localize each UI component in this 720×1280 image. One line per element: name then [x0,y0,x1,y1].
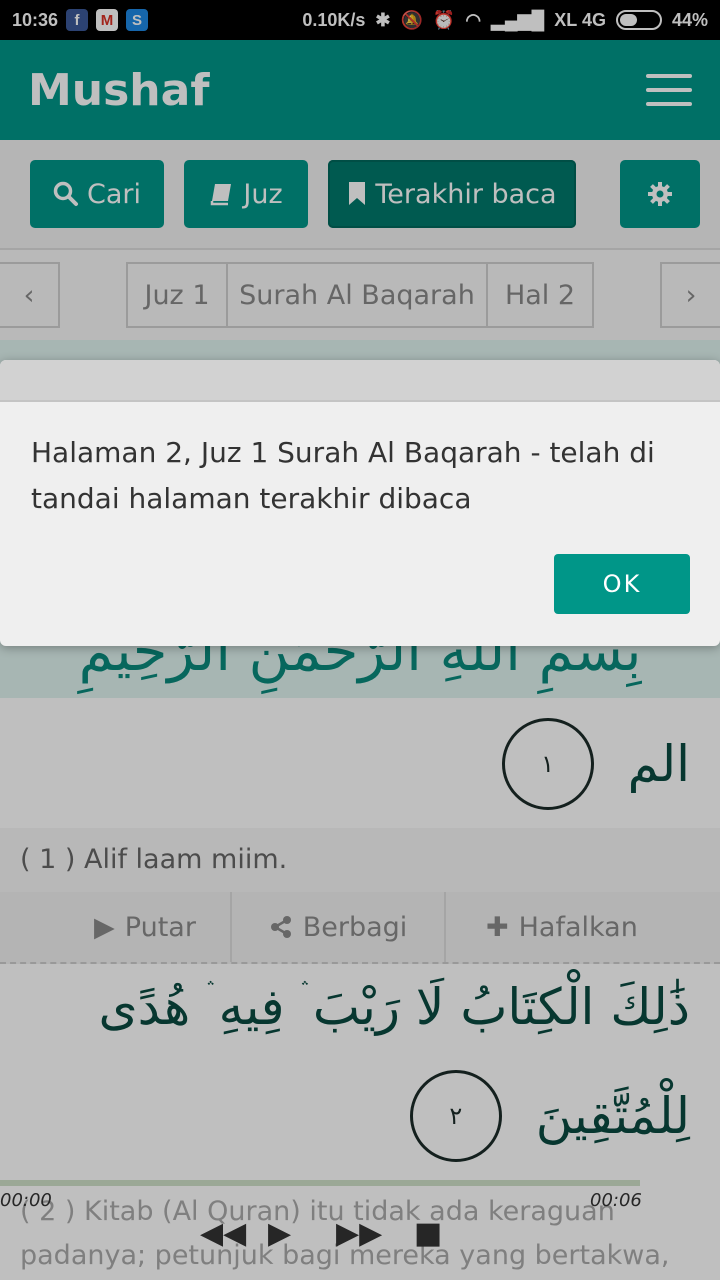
last-read-dialog: Halaman 2, Juz 1 Surah Al Baqarah - tela… [0,360,720,646]
dialog-message: Halaman 2, Juz 1 Surah Al Baqarah - tela… [31,436,655,515]
dialog-ok-button[interactable]: OK [554,554,690,614]
dialog-header [0,360,720,402]
